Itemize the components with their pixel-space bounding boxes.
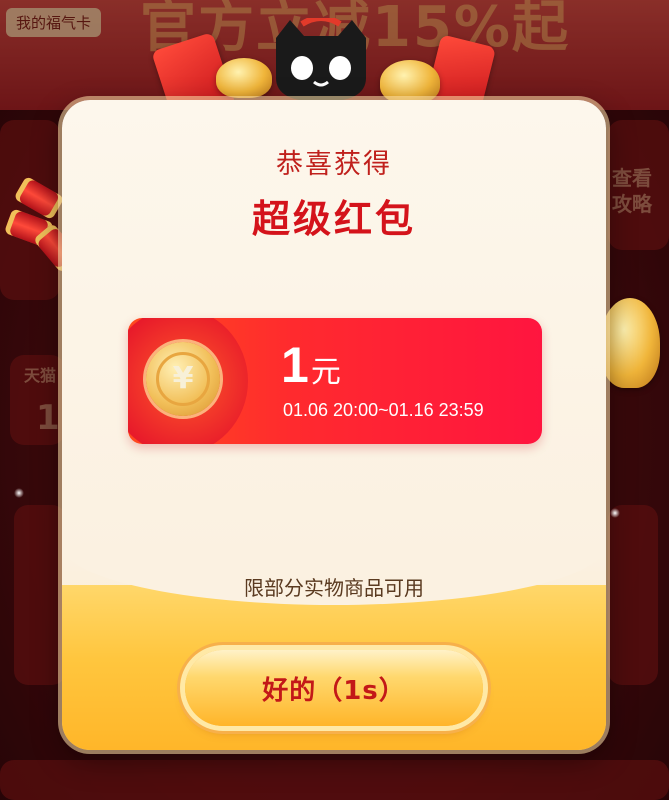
coupon-validity: 01.06 20:00~01.16 23:59 [283, 400, 484, 420]
gold-ingot-decoration [600, 298, 660, 388]
gold-ingot-decoration [380, 60, 440, 104]
coupon-amount-unit: 元 [310, 355, 341, 390]
reward-title: 超级红包 [251, 197, 416, 241]
congrats-subtitle: 恭喜获得 [276, 149, 392, 180]
yen-symbol: ¥ [156, 352, 210, 406]
sparkle-decoration [610, 508, 620, 518]
red-packet-coupon: ¥ 1元 01.06 20:00~01.16 23:59 [128, 318, 542, 444]
ok-button[interactable]: 好的（1s） [185, 650, 483, 726]
usage-note: 限部分实物商品可用 [244, 576, 424, 600]
reward-popup: 恭喜获得 超级红包 ¥ 1元 01.06 20:00~01.16 23:59 限… [62, 100, 606, 750]
yen-coin-icon: ¥ [146, 342, 220, 416]
coupon-amount: 1元 [281, 336, 341, 394]
coupon-amount-value: 1 [281, 337, 309, 393]
sparkle-decoration [14, 488, 24, 498]
